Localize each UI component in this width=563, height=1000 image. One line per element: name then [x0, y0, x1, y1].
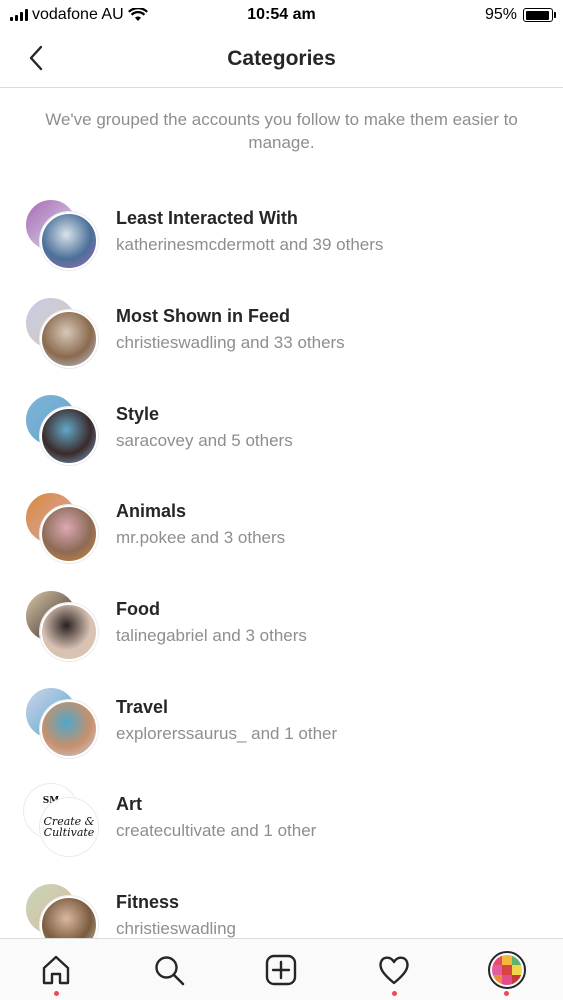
category-avatars [24, 588, 98, 663]
page-title: Categories [227, 46, 336, 70]
category-name: Art [116, 794, 142, 815]
tab-new-post[interactable] [251, 939, 311, 1000]
tab-profile[interactable] [477, 939, 537, 1000]
carrier-name: vodafone AU [32, 6, 124, 23]
avatar [40, 407, 98, 466]
category-item[interactable]: Most Shown in Feed christieswadling and 3… [0, 284, 563, 382]
battery-icon [523, 8, 556, 22]
heart-icon [379, 955, 409, 984]
avatar [40, 504, 98, 563]
notification-dot [391, 990, 397, 996]
category-accounts: christieswadling and 33 others [116, 333, 345, 353]
avatar [40, 211, 98, 270]
category-accounts: talinegabriel and 3 others [116, 626, 307, 646]
logo-text: Create & Cultivate [42, 799, 96, 854]
category-list: Least Interacted With katherinesmcdermott… [0, 186, 563, 968]
signal-icon [10, 9, 28, 21]
notification-dot [504, 990, 510, 996]
category-text: Animals mr.pokee and 3 others [116, 501, 285, 548]
category-avatars [24, 686, 98, 760]
category-avatars: SM Create & Cultivate [24, 783, 98, 858]
home-icon [43, 955, 70, 984]
category-text: Style saracovey and 5 others [116, 404, 293, 451]
category-item[interactable]: Travel explorerssaurus_ and 1 other [0, 674, 563, 772]
search-icon [155, 955, 185, 985]
battery-level [525, 10, 550, 20]
category-item[interactable]: Animals mr.pokee and 3 others [0, 479, 563, 577]
category-text: Art createcultivate and 1 other [116, 794, 316, 841]
category-text: Least Interacted With katherinesmcdermott… [116, 208, 383, 255]
battery-group: 95% [484, 6, 556, 24]
tab-search[interactable] [139, 939, 199, 1000]
avatar: Create & Cultivate [40, 797, 98, 856]
category-avatars [24, 197, 98, 272]
avatar [40, 700, 98, 759]
category-name: Fitness [116, 892, 180, 913]
category-name: Food [116, 599, 160, 620]
notification-dot [53, 990, 59, 996]
category-avatars [24, 295, 98, 370]
back-button[interactable] [18, 40, 54, 76]
category-accounts: katherinesmcdermott and 39 others [116, 235, 384, 255]
category-accounts: christieswadling [116, 919, 236, 939]
wifi-icon [127, 8, 148, 21]
category-accounts: saracovey and 5 others [116, 430, 293, 450]
category-text: Most Shown in Feed christieswadling and 3… [116, 306, 345, 353]
status-bar: vodafone AU 10:54 am 95% [0, 0, 563, 30]
battery-percent: 95% [484, 6, 517, 23]
category-item[interactable]: Least Interacted With katherinesmcdermott… [0, 186, 563, 284]
category-item[interactable]: SM Create & Cultivate Art createcultivate a… [0, 772, 563, 870]
category-name: Animals [116, 501, 187, 522]
carrier-group: vodafone AU [10, 6, 148, 24]
category-name: Most Shown in Feed [116, 306, 290, 327]
category-name: Travel [116, 696, 169, 717]
category-accounts: createcultivate and 1 other [116, 821, 317, 841]
category-accounts: mr.pokee and 3 others [116, 528, 286, 548]
tab-home[interactable] [26, 939, 86, 1000]
tab-bar [0, 938, 563, 1000]
category-text: Food talinegabriel and 3 others [116, 599, 307, 646]
category-avatars [24, 393, 98, 467]
tab-activity[interactable] [364, 939, 424, 1000]
category-text: Fitness christieswadling [116, 892, 236, 939]
category-name: Least Interacted With [116, 208, 298, 229]
category-text: Travel explorerssaurus_ and 1 other [116, 697, 337, 744]
profile-avatar [487, 950, 526, 989]
chevron-left-icon [29, 45, 43, 71]
intro-text: We've grouped the accounts you follow to… [45, 110, 518, 152]
category-item[interactable]: Food talinegabriel and 3 others [0, 577, 563, 675]
category-item[interactable]: Style saracovey and 5 others [0, 381, 563, 479]
avatar [40, 602, 98, 661]
category-avatars [24, 490, 98, 565]
nav-header: Categories [0, 30, 563, 88]
add-post-icon [266, 954, 297, 985]
avatar [40, 309, 98, 368]
category-name: Style [116, 403, 160, 424]
category-accounts: explorerssaurus_ and 1 other [116, 723, 338, 743]
